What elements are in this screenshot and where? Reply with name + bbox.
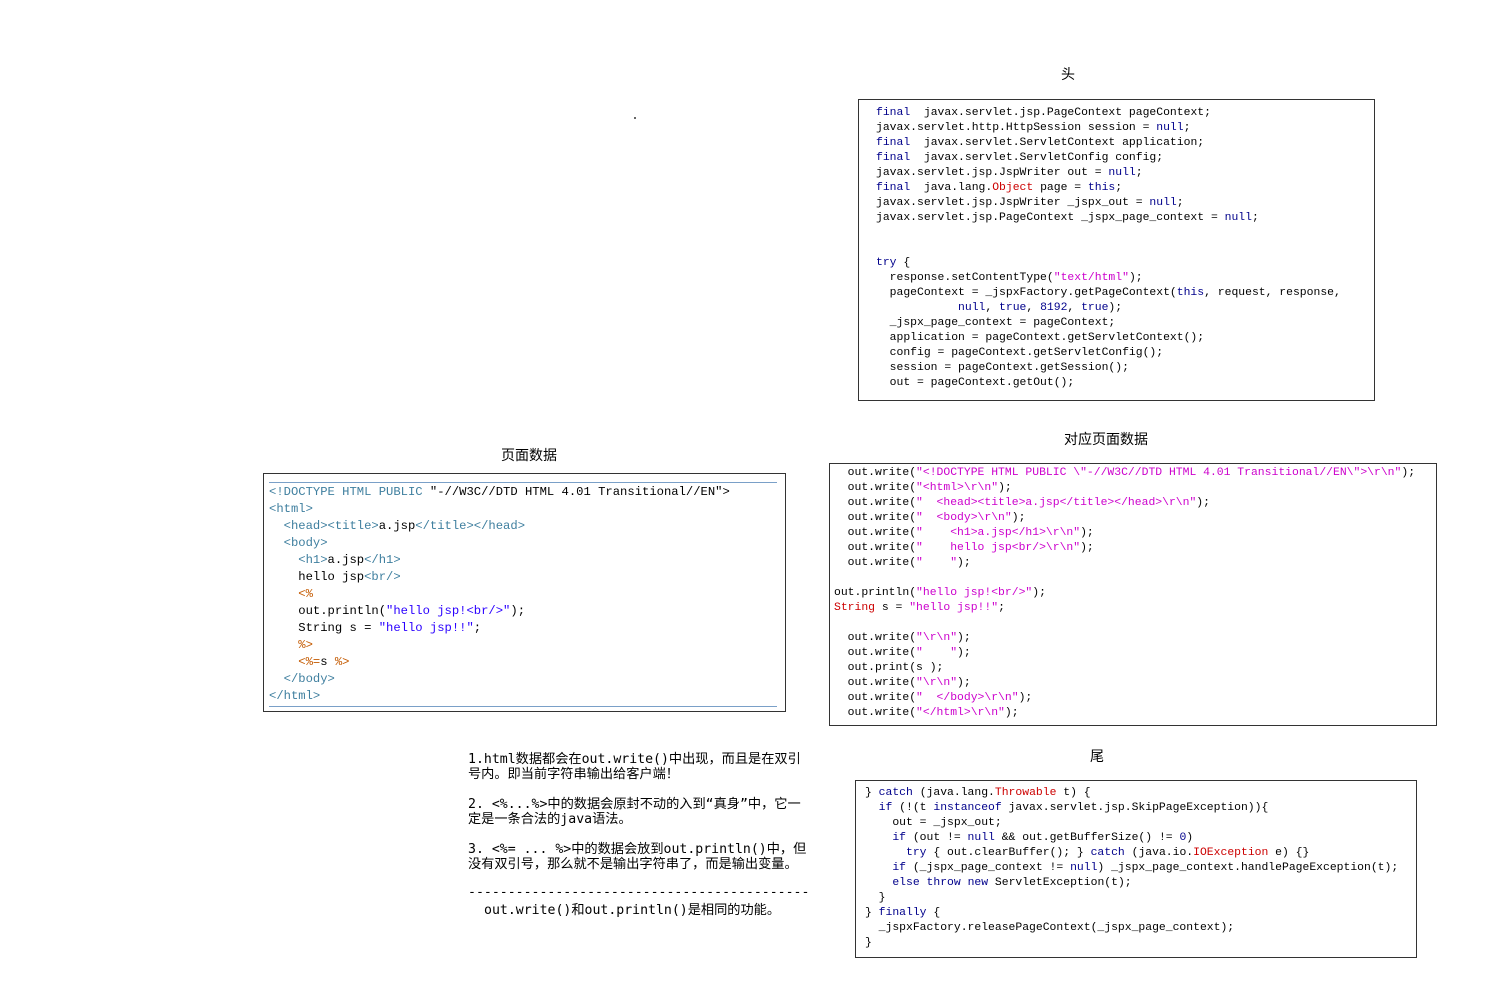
- code-line: application = pageContext.getServletCont…: [876, 332, 1205, 344]
- note-2: 2. <%...%>中的数据会原封不动的入到“真身”中，它一定是一条合法的jav…: [468, 797, 801, 827]
- notes: 1.html数据都会在out.write()中出现，而且是在双引号内。即当前字符…: [468, 752, 808, 918]
- code-line: <html>: [269, 502, 313, 516]
- code-line: final java.lang.Object page = this;: [876, 182, 1123, 194]
- code-line: final javax.servlet.ServletContext appli…: [876, 137, 1205, 149]
- code-line: <%: [298, 587, 313, 601]
- code-line: <head><title>a.jsp</title></head>: [283, 519, 526, 533]
- note-divider: ----------------------------------------…: [468, 885, 808, 900]
- code-line: javax.servlet.http.HttpSession session =…: [876, 122, 1191, 134]
- code-line: out.write("</html>\r\n");: [834, 707, 1019, 719]
- code-line: out.write(" <h1>a.jsp</h1>\r\n");: [834, 527, 1094, 539]
- mapped-code: out.write("<!DOCTYPE HTML PUBLIC \"-//W3…: [830, 464, 1436, 721]
- code-line: } finally {: [865, 907, 941, 919]
- code-line: }: [865, 937, 872, 949]
- note-summary: out.write()和out.println()是相同的功能。: [484, 903, 781, 918]
- code-line: out.println("hello jsp!<br/>");: [834, 587, 1046, 599]
- code-line: try {: [876, 257, 911, 269]
- code-line: hello jsp<br/>: [269, 570, 401, 584]
- tail-title: 尾: [1090, 749, 1104, 765]
- code-line: out.write(" </body>\r\n");: [834, 692, 1033, 704]
- code-line: response.setContentType("text/html");: [876, 272, 1143, 284]
- code-line: if (_jspx_page_context != null) _jspx_pa…: [892, 862, 1399, 874]
- code-line: javax.servlet.jsp.JspWriter out = null;: [876, 167, 1143, 179]
- page-data-code: <!DOCTYPE HTML PUBLIC "-//W3C//DTD HTML …: [264, 474, 785, 705]
- code-line: _jspxFactory.releasePageContext(_jspx_pa…: [865, 922, 1235, 934]
- tail-code-box: } catch (java.lang.Throwable t) { if (!(…: [855, 780, 1417, 958]
- code-line: out.write("\r\n");: [834, 677, 971, 689]
- code-line: config = pageContext.getServletConfig();: [876, 347, 1164, 359]
- code-line: out.println("hello jsp!<br/>");: [269, 604, 526, 618]
- code-line: <h1>a.jsp</h1>: [298, 553, 401, 567]
- code-line: String s = "hello jsp!!";: [269, 621, 482, 635]
- code-line: out.write("<html>\r\n");: [834, 482, 1012, 494]
- code-line: <body>: [283, 536, 328, 550]
- page-data-header-line: [269, 482, 777, 483]
- code-line: javax.servlet.jsp.JspWriter _jspx_out = …: [876, 197, 1184, 209]
- code-line: final javax.servlet.jsp.PageContext page…: [876, 107, 1211, 119]
- tail-code: } catch (java.lang.Throwable t) { if (!(…: [856, 781, 1416, 951]
- head-code-box: final javax.servlet.jsp.PageContext page…: [858, 99, 1375, 401]
- note-1: 1.html数据都会在out.write()中出现，而且是在双引号内。即当前字符…: [468, 752, 801, 782]
- code-line: javax.servlet.jsp.PageContext _jspx_page…: [876, 212, 1259, 224]
- page-data-box: <!DOCTYPE HTML PUBLIC "-//W3C//DTD HTML …: [263, 473, 786, 712]
- code-line: if (out != null && out.getBufferSize() !…: [892, 832, 1194, 844]
- code-line: %>: [298, 638, 313, 652]
- code-line: session = pageContext.getSession();: [876, 362, 1129, 374]
- code-line: String s = "hello jsp!!";: [834, 602, 1005, 614]
- code-line: } catch (java.lang.Throwable t) {: [865, 787, 1091, 799]
- code-line: out.write(" ");: [834, 557, 971, 569]
- stray-dot: [634, 117, 636, 119]
- code-line: out.write(" hello jsp<br/>\r\n");: [834, 542, 1094, 554]
- page-data-footer-line: [269, 706, 777, 707]
- code-line: out.write("<!DOCTYPE HTML PUBLIC \"-//W3…: [834, 467, 1416, 479]
- code-line: out.print(s );: [834, 662, 944, 674]
- code-line: </body>: [283, 672, 335, 686]
- code-line: out.write("\r\n");: [834, 632, 971, 644]
- page-data-title: 页面数据: [501, 448, 557, 464]
- code-line: out = pageContext.getOut();: [876, 377, 1075, 389]
- code-line: <%=s %>: [298, 655, 350, 669]
- code-line: if (!(t instanceof javax.servlet.jsp.Ski…: [878, 802, 1269, 814]
- head-code: final javax.servlet.jsp.PageContext page…: [859, 100, 1374, 391]
- code-line: null, true, 8192, true);: [958, 302, 1123, 314]
- code-line: </html>: [269, 689, 321, 703]
- code-line: out = _jspx_out;: [865, 817, 1002, 829]
- code-line: final javax.servlet.ServletConfig config…: [876, 152, 1164, 164]
- code-line: }: [865, 892, 886, 904]
- code-line: try { out.clearBuffer(); } catch (java.i…: [906, 847, 1310, 859]
- code-line: <!DOCTYPE HTML PUBLIC "-//W3C//DTD HTML …: [269, 485, 730, 499]
- mapped-code-box: out.write("<!DOCTYPE HTML PUBLIC \"-//W3…: [829, 463, 1437, 726]
- code-line: pageContext = _jspxFactory.getPageContex…: [876, 287, 1341, 299]
- code-line: _jspx_page_context = pageContext;: [876, 317, 1116, 329]
- note-3: 3. <%= ... %>中的数据会放到out.println()中，但没有双引…: [468, 842, 807, 872]
- head-title: 头: [1061, 67, 1075, 83]
- code-line: else throw new ServletException(t);: [892, 877, 1132, 889]
- code-line: out.write(" <head><title>a.jsp</title></…: [834, 497, 1210, 509]
- code-line: out.write(" ");: [834, 647, 971, 659]
- code-line: out.write(" <body>\r\n");: [834, 512, 1026, 524]
- mapped-page-data-title: 对应页面数据: [1064, 432, 1148, 448]
